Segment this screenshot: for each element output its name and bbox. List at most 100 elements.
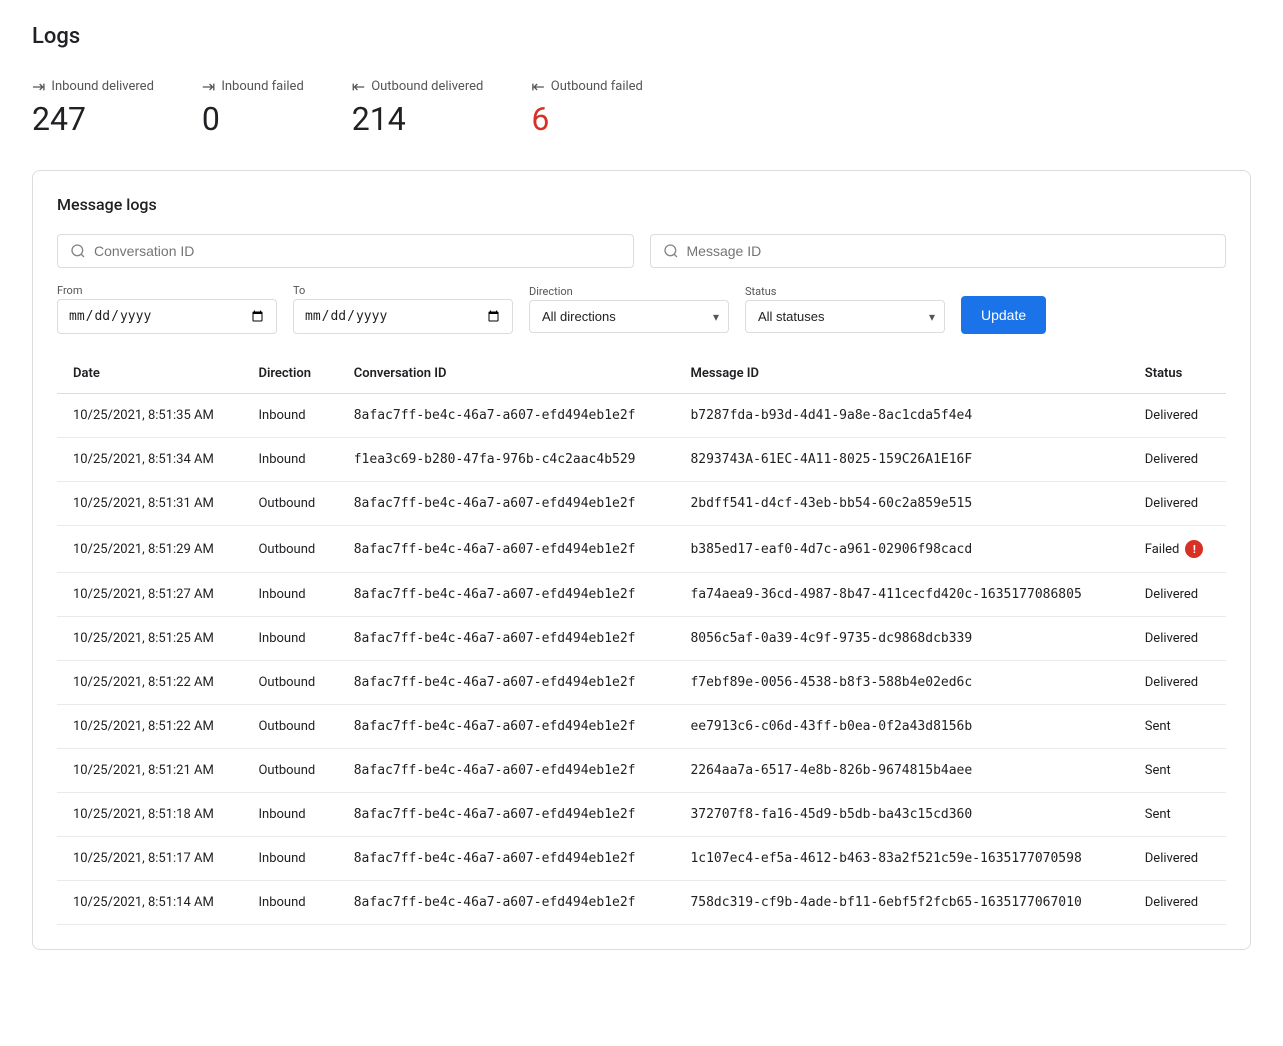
status-text: Sent — [1145, 807, 1171, 822]
failed-icon: ! — [1185, 540, 1203, 558]
cell-date: 10/25/2021, 8:51:17 AM — [57, 837, 242, 881]
cell-date: 10/25/2021, 8:51:29 AM — [57, 526, 242, 573]
logs-table: Date Direction Conversation ID Message I… — [57, 354, 1226, 925]
stat-outbound-delivered-label: Outbound delivered — [371, 79, 483, 94]
cell-conversation-id: 8afac7ff-be4c-46a7-a607-efd494eb1e2f — [338, 482, 675, 526]
stat-outbound-delivered: ⇤ Outbound delivered 214 — [352, 77, 484, 138]
table-row[interactable]: 10/25/2021, 8:51:18 AM Inbound 8afac7ff-… — [57, 793, 1226, 837]
conversation-search-icon — [70, 243, 86, 259]
cell-direction: Outbound — [242, 482, 337, 526]
cell-direction: Inbound — [242, 617, 337, 661]
stat-outbound-delivered-value: 214 — [352, 100, 484, 138]
cell-date: 10/25/2021, 8:51:35 AM — [57, 394, 242, 438]
status-select[interactable]: All statuses Delivered Failed Sent — [745, 300, 945, 333]
status-text: Delivered — [1145, 452, 1198, 467]
status-text: Delivered — [1145, 631, 1198, 646]
col-header-direction: Direction — [242, 354, 337, 394]
cell-status: Sent — [1129, 749, 1226, 793]
cell-date: 10/25/2021, 8:51:31 AM — [57, 482, 242, 526]
cell-conversation-id: 8afac7ff-be4c-46a7-a607-efd494eb1e2f — [338, 394, 675, 438]
cell-direction: Inbound — [242, 438, 337, 482]
stat-inbound-failed-label: Inbound failed — [221, 79, 303, 94]
cell-message-id: f7ebf89e-0056-4538-b8f3-588b4e02ed6c — [674, 661, 1128, 705]
table-row[interactable]: 10/25/2021, 8:51:22 AM Outbound 8afac7ff… — [57, 661, 1226, 705]
cell-message-id: 2bdff541-d4cf-43eb-bb54-60c2a859e515 — [674, 482, 1128, 526]
message-search-box — [650, 234, 1227, 268]
status-text: Delivered — [1145, 675, 1198, 690]
table-row[interactable]: 10/25/2021, 8:51:22 AM Outbound 8afac7ff… — [57, 705, 1226, 749]
table-row[interactable]: 10/25/2021, 8:51:27 AM Inbound 8afac7ff-… — [57, 573, 1226, 617]
page-title: Logs — [32, 24, 1251, 49]
table-row[interactable]: 10/25/2021, 8:51:14 AM Inbound 8afac7ff-… — [57, 881, 1226, 925]
table-row[interactable]: 10/25/2021, 8:51:35 AM Inbound 8afac7ff-… — [57, 394, 1226, 438]
cell-date: 10/25/2021, 8:51:34 AM — [57, 438, 242, 482]
status-text: Delivered — [1145, 851, 1198, 866]
conversation-search-box — [57, 234, 634, 268]
search-row — [57, 234, 1226, 268]
update-button[interactable]: Update — [961, 296, 1046, 334]
cell-direction: Inbound — [242, 394, 337, 438]
status-text: Delivered — [1145, 408, 1198, 423]
cell-date: 10/25/2021, 8:51:22 AM — [57, 661, 242, 705]
message-logs-card: Message logs From To — [32, 170, 1251, 950]
cell-status: Failed ! — [1129, 526, 1226, 573]
outbound-failed-icon: ⇤ — [531, 77, 544, 96]
stat-inbound-failed: ⇥ Inbound failed 0 — [202, 77, 304, 138]
col-header-conversation-id: Conversation ID — [338, 354, 675, 394]
direction-select-wrap: Direction All directions Inbound Outboun… — [529, 285, 729, 333]
status-text: Sent — [1145, 763, 1171, 778]
direction-select[interactable]: All directions Inbound Outbound — [529, 300, 729, 333]
card-title: Message logs — [57, 195, 1226, 214]
stat-outbound-failed-label: Outbound failed — [551, 79, 643, 94]
to-date-label: To — [293, 284, 513, 297]
logs-table-container: Date Direction Conversation ID Message I… — [57, 354, 1226, 925]
cell-message-id: 758dc319-cf9b-4ade-bf11-6ebf5f2fcb65-163… — [674, 881, 1128, 925]
cell-message-id: 8293743A-61EC-4A11-8025-159C26A1E16F — [674, 438, 1128, 482]
table-row[interactable]: 10/25/2021, 8:51:34 AM Inbound f1ea3c69-… — [57, 438, 1226, 482]
status-text: Delivered — [1145, 587, 1198, 602]
cell-status: Delivered — [1129, 482, 1226, 526]
cell-status: Delivered — [1129, 438, 1226, 482]
table-row[interactable]: 10/25/2021, 8:51:25 AM Inbound 8afac7ff-… — [57, 617, 1226, 661]
table-row[interactable]: 10/25/2021, 8:51:21 AM Outbound 8afac7ff… — [57, 749, 1226, 793]
from-date-wrap: From — [57, 284, 277, 334]
cell-status: Delivered — [1129, 573, 1226, 617]
table-row[interactable]: 10/25/2021, 8:51:17 AM Inbound 8afac7ff-… — [57, 837, 1226, 881]
cell-conversation-id: 8afac7ff-be4c-46a7-a607-efd494eb1e2f — [338, 617, 675, 661]
cell-direction: Inbound — [242, 573, 337, 617]
cell-conversation-id: 8afac7ff-be4c-46a7-a607-efd494eb1e2f — [338, 837, 675, 881]
cell-status: Delivered — [1129, 617, 1226, 661]
cell-direction: Inbound — [242, 793, 337, 837]
cell-conversation-id: 8afac7ff-be4c-46a7-a607-efd494eb1e2f — [338, 705, 675, 749]
cell-date: 10/25/2021, 8:51:25 AM — [57, 617, 242, 661]
cell-status: Sent — [1129, 705, 1226, 749]
stat-inbound-delivered-label: Inbound delivered — [51, 79, 154, 94]
status-select-wrap: Status All statuses Delivered Failed Sen… — [745, 285, 945, 333]
cell-message-id: 1c107ec4-ef5a-4612-b463-83a2f521c59e-163… — [674, 837, 1128, 881]
stats-row: ⇥ Inbound delivered 247 ⇥ Inbound failed… — [32, 77, 1251, 138]
outbound-delivered-icon: ⇤ — [352, 77, 365, 96]
filter-row: From To Direction All directions Inbound… — [57, 284, 1226, 334]
cell-conversation-id: 8afac7ff-be4c-46a7-a607-efd494eb1e2f — [338, 526, 675, 573]
to-date-wrap: To — [293, 284, 513, 334]
cell-message-id: 372707f8-fa16-45d9-b5db-ba43c15cd360 — [674, 793, 1128, 837]
stat-outbound-failed-value: 6 — [531, 100, 643, 138]
cell-status: Sent — [1129, 793, 1226, 837]
table-row[interactable]: 10/25/2021, 8:51:31 AM Outbound 8afac7ff… — [57, 482, 1226, 526]
conversation-id-input[interactable] — [94, 243, 621, 259]
to-date-input[interactable] — [293, 299, 513, 334]
stat-outbound-failed: ⇤ Outbound failed 6 — [531, 77, 643, 138]
table-row[interactable]: 10/25/2021, 8:51:29 AM Outbound 8afac7ff… — [57, 526, 1226, 573]
cell-message-id: 2264aa7a-6517-4e8b-826b-9674815b4aee — [674, 749, 1128, 793]
status-failed: Failed ! — [1145, 540, 1210, 558]
cell-message-id: 8056c5af-0a39-4c9f-9735-dc9868dcb339 — [674, 617, 1128, 661]
cell-conversation-id: 8afac7ff-be4c-46a7-a607-efd494eb1e2f — [338, 881, 675, 925]
status-text: Sent — [1145, 719, 1171, 734]
cell-direction: Outbound — [242, 661, 337, 705]
from-date-input[interactable] — [57, 299, 277, 334]
status-text: Delivered — [1145, 496, 1198, 511]
col-header-date: Date — [57, 354, 242, 394]
message-id-input[interactable] — [687, 243, 1214, 259]
cell-date: 10/25/2021, 8:51:18 AM — [57, 793, 242, 837]
table-header-row: Date Direction Conversation ID Message I… — [57, 354, 1226, 394]
